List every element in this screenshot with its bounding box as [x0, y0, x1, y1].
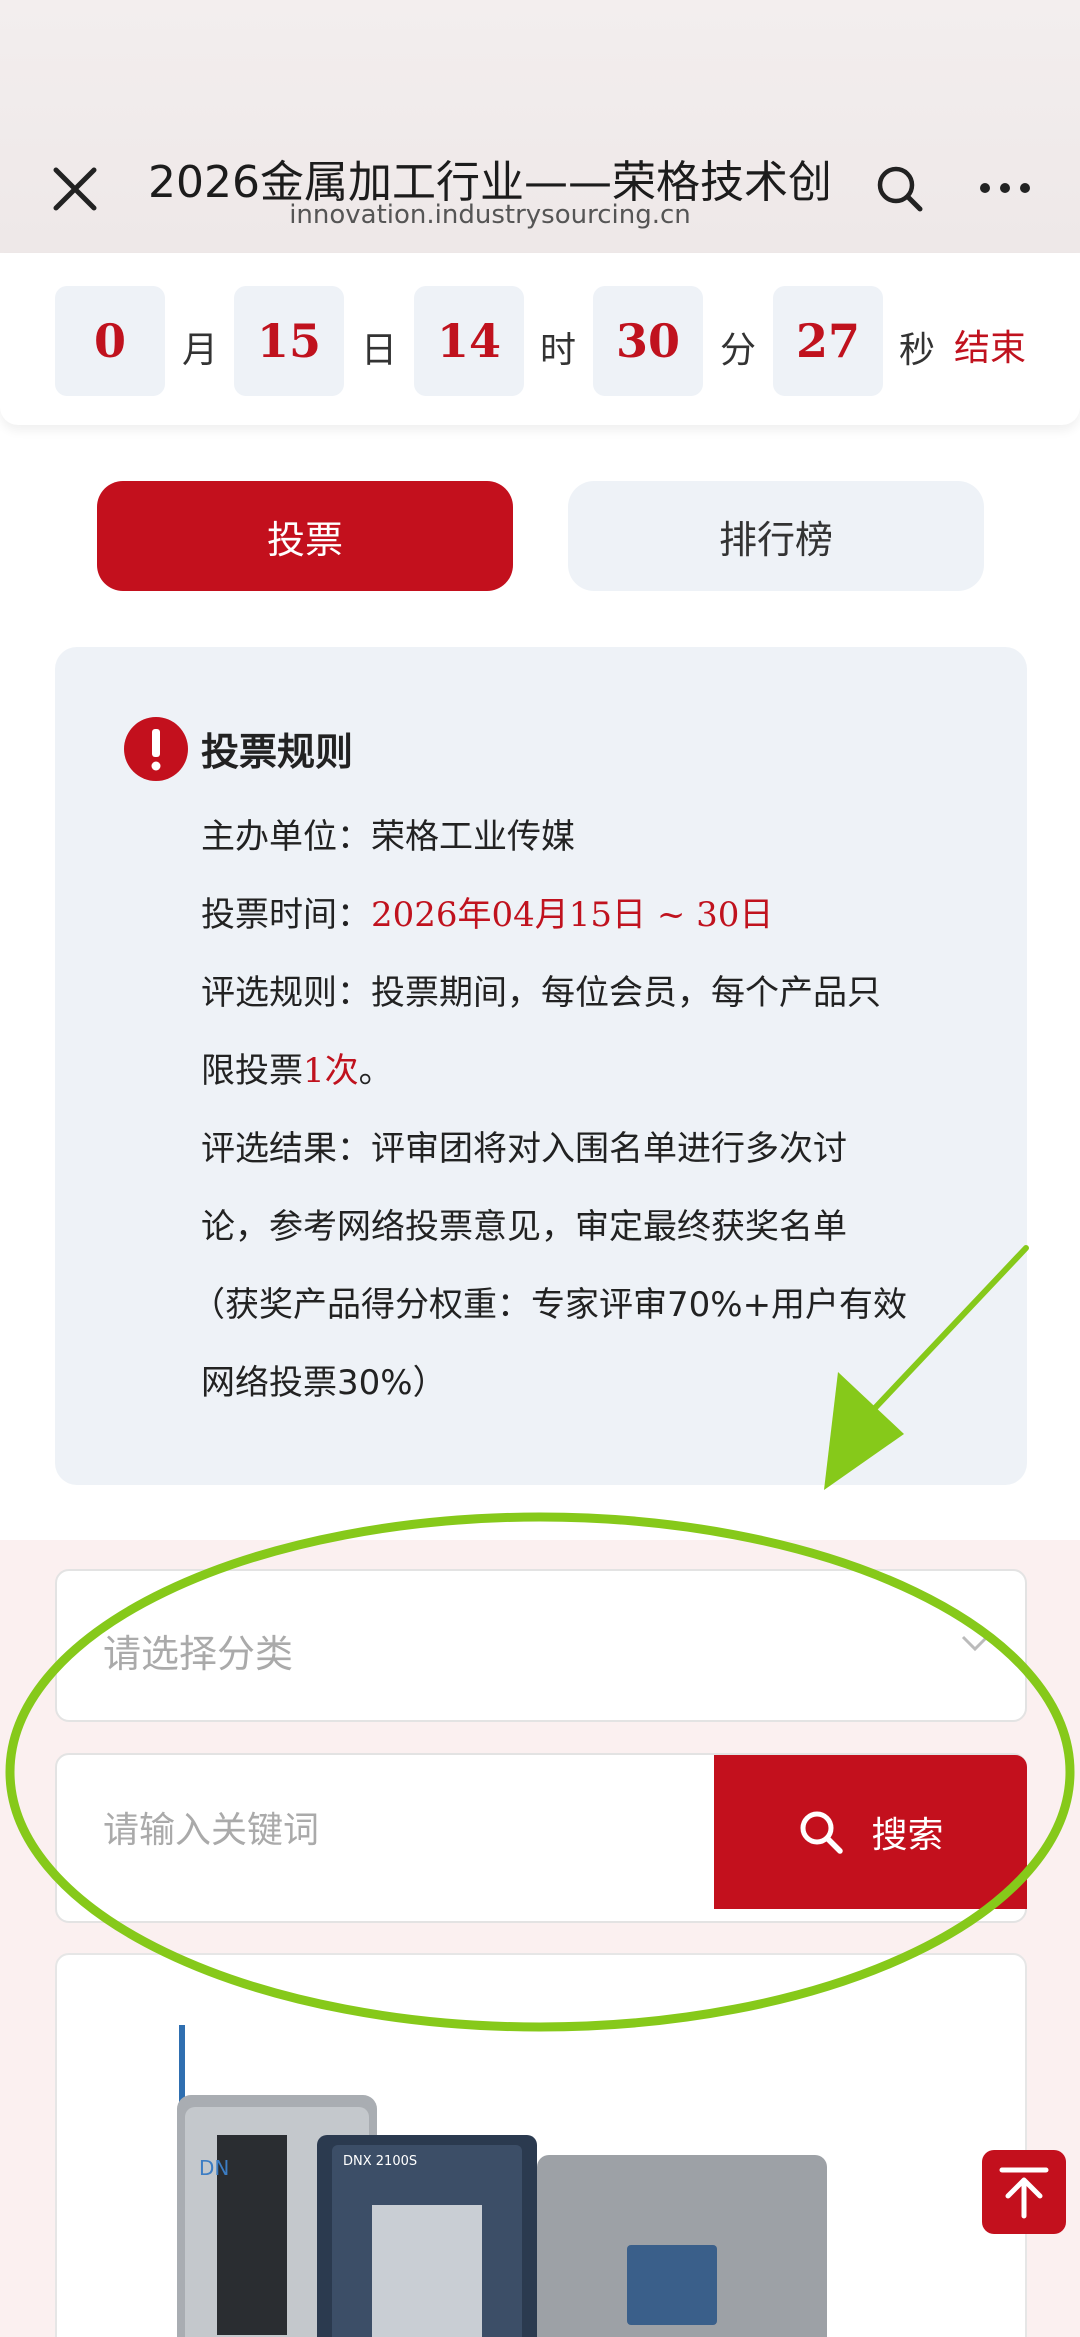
search-button-label: 搜索: [871, 1815, 944, 1856]
rule-selection-line-2: 限投票1次。: [201, 1043, 393, 1092]
tab-ranking[interactable]: 排行榜: [568, 481, 984, 591]
product-brand-text: DN: [199, 2156, 229, 2180]
category-select-placeholder: 请选择分类: [103, 1632, 294, 1676]
countdown-bar: 0 月 15 日 14 时 30 分 27 秒 结束: [0, 253, 1080, 425]
countdown-months: 0: [55, 286, 165, 396]
search-button-icon: [800, 1811, 844, 1854]
back-to-top-button[interactable]: [982, 2150, 1066, 2234]
alert-icon: [123, 716, 189, 782]
tab-vote[interactable]: 投票: [97, 481, 513, 591]
product-image: DN DNX 2100S: [177, 2025, 827, 2337]
rule-result-text-1: 评审团将对入围名单进行多次讨: [371, 1129, 847, 1169]
rule-time-label: 投票时间：: [201, 895, 371, 935]
countdown-second-unit: 秒: [899, 330, 936, 371]
rule-organizer-label: 主办单位：: [201, 817, 371, 857]
rule-result-line-3: （获奖产品得分权重：专家评审70%+用户有效: [191, 1285, 908, 1325]
voting-rules-panel: 投票规则 主办单位：荣格工业传媒 投票时间：2026年04月15日 ~ 30日 …: [55, 647, 1027, 1485]
rule-result-label: 评选结果：: [201, 1129, 371, 1169]
rule-result-line-2: 论，参考网络投票意见，审定最终获奖名单: [201, 1207, 847, 1247]
rule-time-value: 2026年04月15日 ~ 30日: [371, 895, 774, 935]
rule-result-line-1: 评选结果：评审团将对入围名单进行多次讨: [201, 1121, 847, 1170]
rule-organizer: 主办单位：荣格工业传媒: [201, 809, 575, 858]
keyword-search-bar: 搜索: [55, 1753, 1027, 1923]
countdown-days: 15: [234, 286, 344, 396]
close-icon[interactable]: [48, 162, 102, 216]
countdown-seconds: 27: [773, 286, 883, 396]
category-select[interactable]: 请选择分类: [55, 1569, 1027, 1722]
rule-selection-text-2a: 限投票: [201, 1051, 303, 1091]
search-icon[interactable]: [875, 164, 925, 214]
rule-time: 投票时间：2026年04月15日 ~ 30日: [201, 887, 773, 936]
more-options-icon[interactable]: [975, 168, 1035, 208]
arrow-up-icon: [999, 2167, 1049, 2219]
product-model-text: DNX 2100S: [343, 2154, 417, 2169]
page-url: innovation.industrysourcing.cn: [289, 200, 691, 230]
search-button[interactable]: 搜索: [714, 1755, 1027, 1909]
rules-title: 投票规则: [201, 730, 354, 774]
chevron-down-icon: [957, 1627, 993, 1657]
rule-selection-label: 评选规则：: [201, 973, 371, 1013]
countdown-minute-unit: 分: [720, 330, 757, 371]
top-nav-bar: 2026金属加工行业——荣格技术创 innovation.industrysou…: [0, 0, 1080, 253]
product-card[interactable]: DN DNX 2100S: [55, 1953, 1027, 2337]
countdown-hour-unit: 时: [540, 330, 577, 371]
countdown-day-unit: 日: [361, 330, 398, 371]
rule-result-line-4: 网络投票30%）: [201, 1363, 447, 1403]
rule-selection-text-1: 投票期间，每位会员，每个产品只: [371, 973, 881, 1013]
countdown-end-label: 结束: [954, 328, 1027, 369]
keyword-input[interactable]: [103, 1755, 703, 1905]
rule-selection-limit: 1次: [303, 1051, 359, 1091]
countdown-month-unit: 月: [182, 330, 219, 371]
rule-organizer-value: 荣格工业传媒: [371, 817, 575, 857]
rule-selection-line-1: 评选规则：投票期间，每位会员，每个产品只: [201, 965, 881, 1014]
countdown-minutes: 30: [593, 286, 703, 396]
rule-selection-text-2c: 。: [358, 1051, 393, 1091]
countdown-hours: 14: [414, 286, 524, 396]
